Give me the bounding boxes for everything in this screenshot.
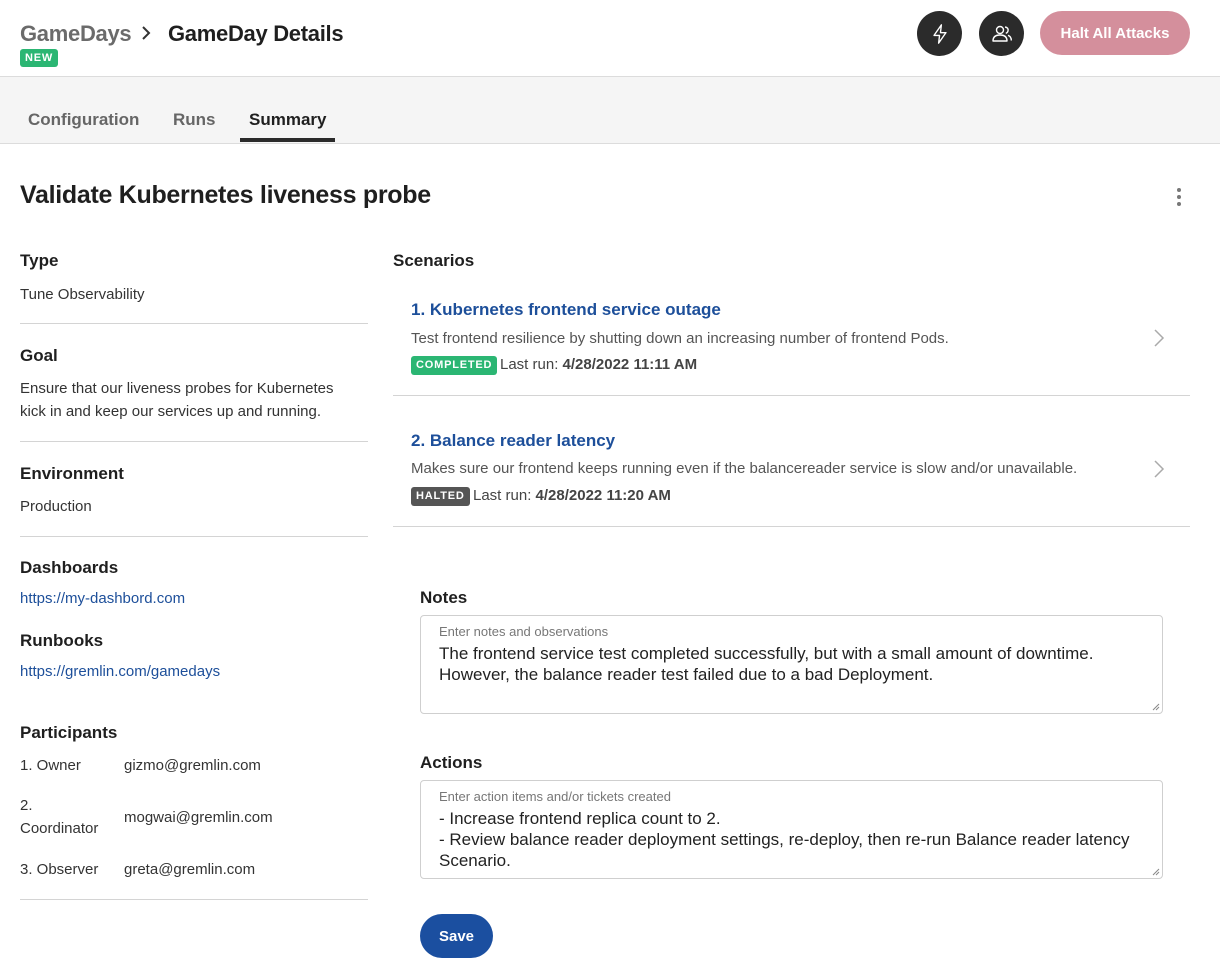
tab-summary[interactable]: Summary [249, 110, 326, 130]
team-button[interactable] [979, 11, 1024, 56]
new-badge: NEW [20, 49, 59, 67]
resize-handle-icon[interactable] [1152, 703, 1160, 711]
last-run-value: 4/28/2022 11:11 AM [562, 356, 698, 373]
divider [20, 441, 368, 442]
type-label: Type [20, 251, 59, 270]
scenario-description: Makes sure our frontend keeps running ev… [411, 460, 1078, 477]
chevron-right-icon [1154, 329, 1165, 347]
actions-content[interactable]: - Increase frontend replica count to 2. … [439, 808, 1139, 871]
chevron-right-icon [1154, 460, 1165, 478]
scenario-title[interactable]: 1. Kubernetes frontend service outage [411, 300, 721, 320]
scenario-card[interactable]: 1. Kubernetes frontend service outage Te… [393, 285, 1190, 396]
last-run: Last run: 4/28/2022 11:11 AM [500, 356, 697, 373]
status-badge: COMPLETED [411, 356, 498, 375]
actions-placeholder: Enter action items and/or tickets create… [439, 789, 671, 804]
save-button[interactable]: Save [420, 914, 493, 958]
environment-label: Environment [20, 464, 124, 483]
gameday-title: Validate Kubernetes liveness probe [20, 181, 431, 209]
runbooks-label: Runbooks [20, 631, 104, 650]
goal-value: Ensure that our liveness probes for Kube… [20, 380, 334, 420]
environment-value: Production [20, 498, 92, 515]
runbooks-link[interactable]: https://gremlin.com/gamedays [20, 663, 220, 680]
resize-handle-icon[interactable] [1152, 868, 1160, 876]
tab-runs[interactable]: Runs [173, 110, 216, 130]
last-run: Last run: 4/28/2022 11:20 AM [473, 487, 671, 504]
notes-label: Notes [420, 588, 468, 607]
scenario-description: Test frontend resilience by shutting dow… [411, 330, 949, 347]
participant-email: mogwai@gremlin.com [124, 809, 273, 826]
actions-label: Actions [420, 753, 483, 772]
halt-all-attacks-button[interactable]: Halt All Attacks [1040, 11, 1190, 55]
attack-button[interactable] [917, 11, 962, 56]
type-value: Tune Observability [20, 286, 145, 303]
scenarios-heading: Scenarios [393, 251, 475, 270]
participant-email: greta@gremlin.com [124, 861, 256, 878]
scenario-title[interactable]: 2. Balance reader latency [411, 431, 615, 451]
participant-role: 1. Owner [20, 757, 81, 774]
participant-email: gizmo@gremlin.com [124, 757, 261, 774]
divider [20, 323, 368, 324]
divider [20, 899, 368, 900]
last-run-value: 4/28/2022 11:20 AM [535, 487, 671, 504]
participant-role: 2. Coordinator [20, 797, 99, 837]
notes-placeholder: Enter notes and observations [439, 624, 609, 639]
active-tab-indicator [240, 138, 335, 142]
tab-bar: Configuration Runs Summary [0, 77, 1220, 144]
participants-label: Participants [20, 723, 118, 742]
actions-textarea[interactable]: Enter action items and/or tickets create… [420, 780, 1163, 879]
chevron-right-icon [142, 26, 151, 40]
users-icon [991, 25, 1012, 42]
last-run-label: Last run: [500, 356, 559, 373]
breadcrumb-gamedays[interactable]: GameDays [20, 21, 132, 47]
scenario-card[interactable]: 2. Balance reader latency Makes sure our… [393, 396, 1190, 527]
last-run-label: Last run: [473, 487, 532, 504]
tab-configuration[interactable]: Configuration [28, 110, 139, 130]
divider [20, 536, 368, 537]
top-header: GameDays GameDay Details NEW Halt All At… [0, 0, 1220, 77]
participant-role: 3. Observer [20, 861, 99, 878]
more-vertical-icon[interactable] [1170, 185, 1188, 209]
dashboards-link[interactable]: https://my-dashbord.com [20, 590, 185, 607]
goal-label: Goal [20, 346, 58, 365]
dashboards-label: Dashboards [20, 558, 119, 577]
page-heading: GameDay Details [168, 21, 344, 46]
notes-content[interactable]: The frontend service test completed succ… [439, 643, 1139, 685]
notes-textarea[interactable]: Enter notes and observations The fronten… [420, 615, 1163, 714]
lightning-icon [932, 23, 947, 44]
status-badge: HALTED [411, 487, 470, 506]
